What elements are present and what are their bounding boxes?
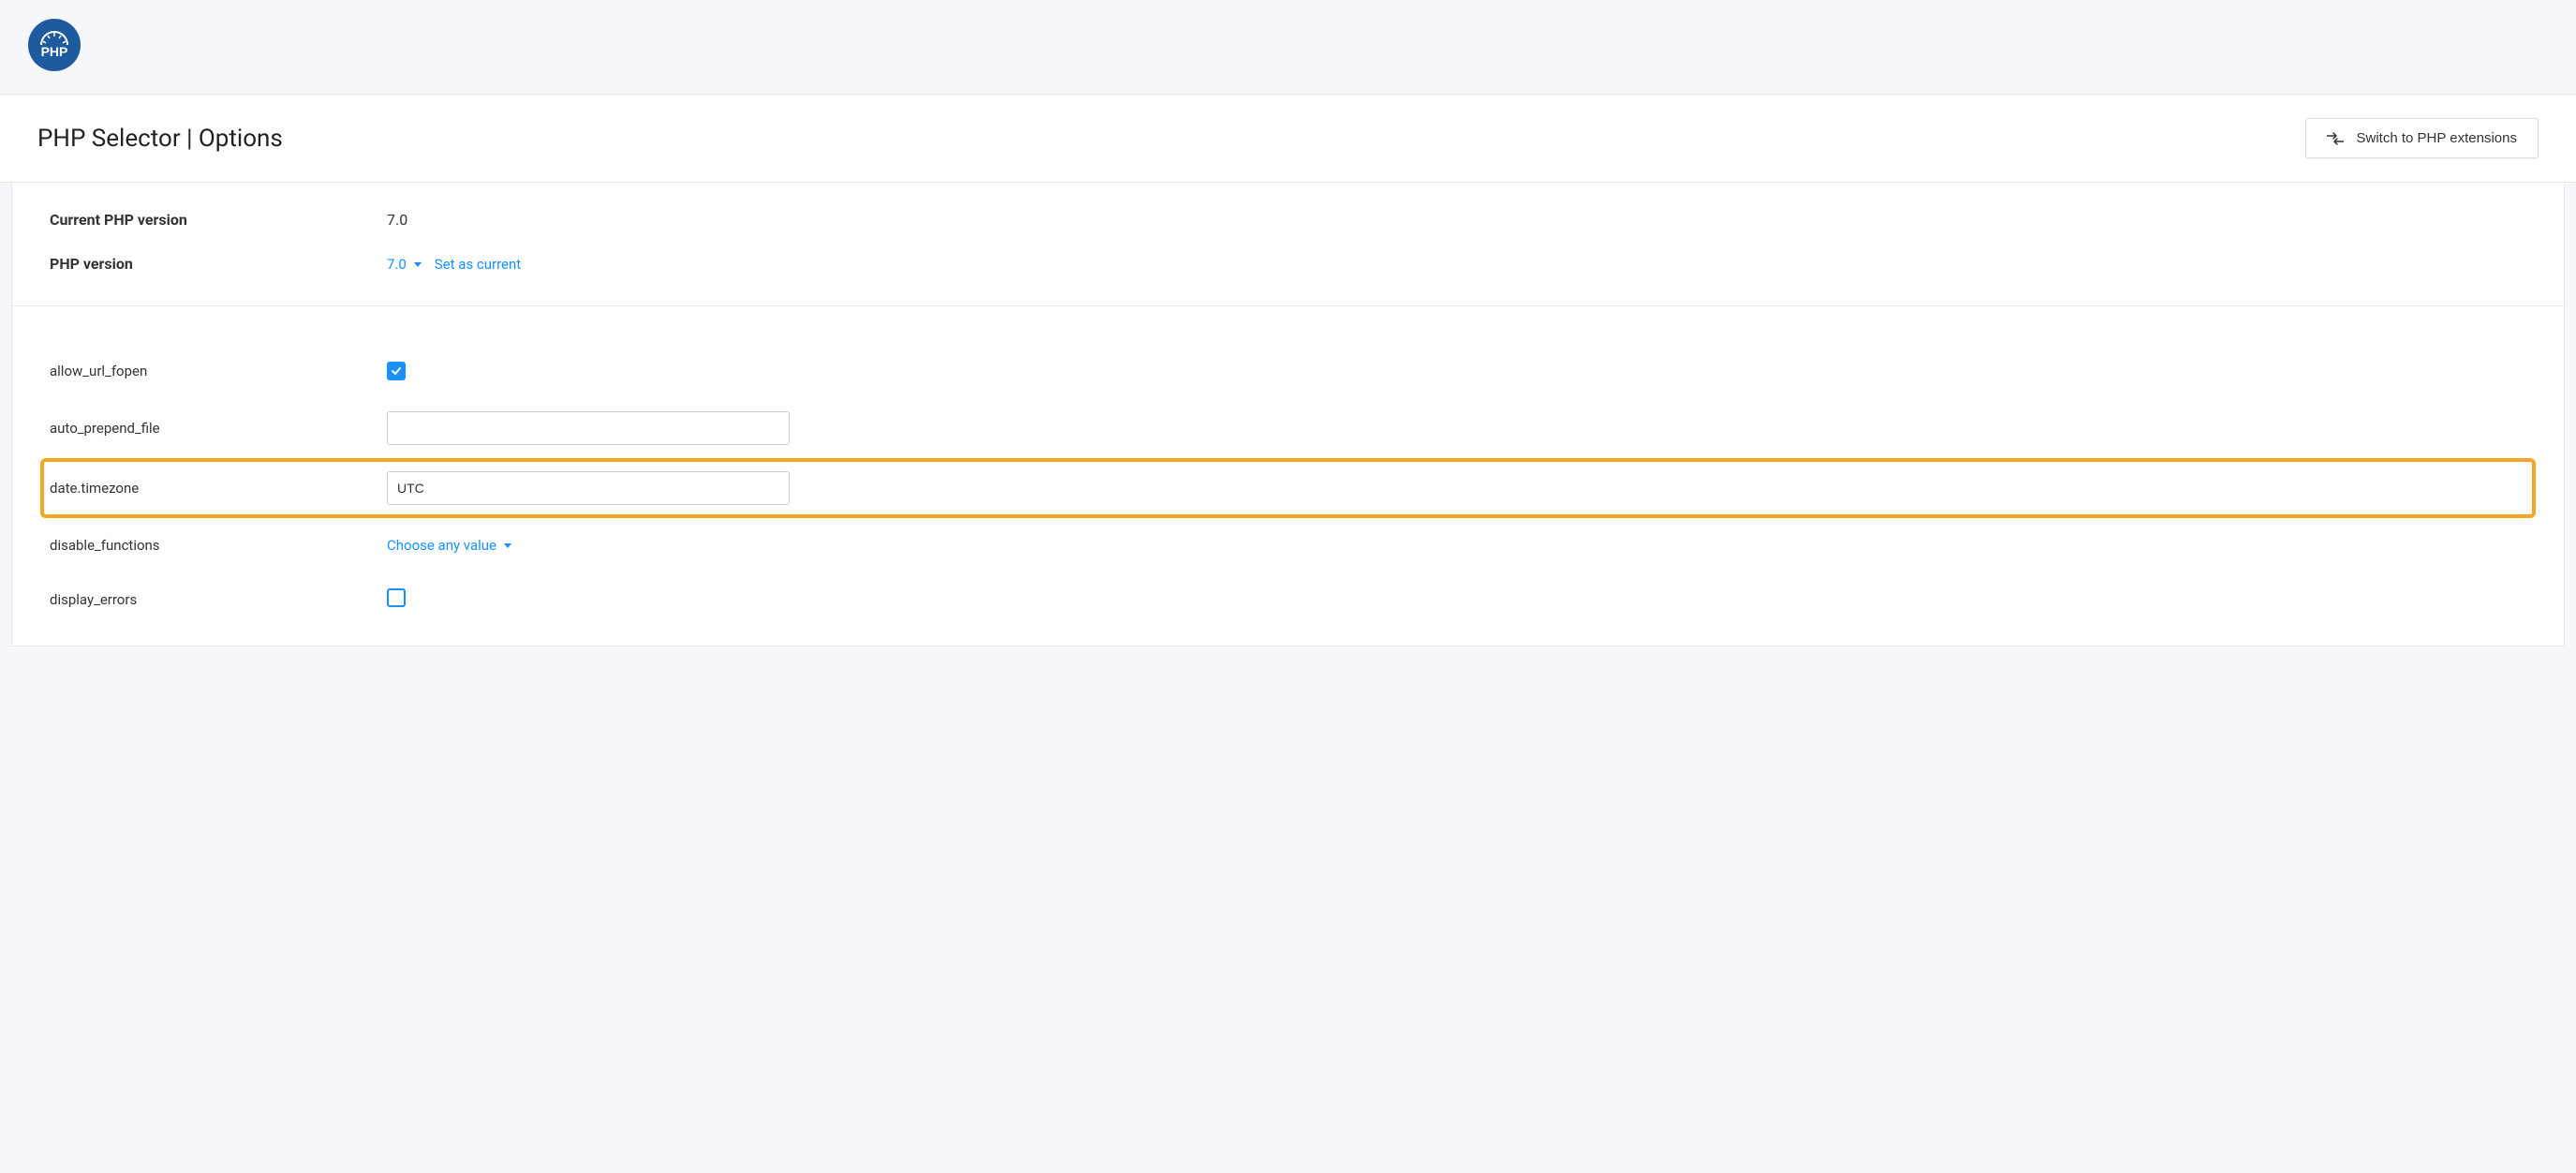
version-selector-label: PHP version: [50, 255, 387, 273]
option-label: auto_prepend_file: [50, 420, 387, 437]
version-block: Current PHP version 7.0 PHP version 7.0 …: [12, 183, 2564, 306]
option-row-allow-url-fopen: allow_url_fopen: [40, 344, 2536, 398]
set-as-current-button[interactable]: Set as current: [435, 256, 521, 273]
current-version-row: Current PHP version 7.0: [50, 211, 2526, 229]
check-icon: [390, 364, 403, 378]
disable-functions-dropdown[interactable]: Choose any value: [387, 537, 511, 554]
option-row-date-timezone: date.timezone: [40, 458, 2536, 518]
top-bar: PHP: [0, 0, 2576, 95]
option-row-display-errors: display_errors: [40, 572, 2536, 627]
option-row-auto-prepend-file: auto_prepend_file: [40, 398, 2536, 458]
option-label: disable_functions: [50, 537, 387, 554]
current-version-value: 7.0: [387, 211, 407, 229]
chevron-down-icon: [504, 543, 511, 548]
switch-extensions-label: Switch to PHP extensions: [2357, 130, 2517, 146]
option-label: allow_url_fopen: [50, 363, 387, 379]
disable-functions-placeholder: Choose any value: [387, 537, 496, 554]
header-section: PHP Selector | Options Switch to PHP ext…: [0, 95, 2576, 183]
version-dropdown-value: 7.0: [387, 256, 407, 273]
version-selector-row: PHP version 7.0 Set as current: [50, 255, 2526, 273]
switch-extensions-button[interactable]: Switch to PHP extensions: [2305, 118, 2539, 158]
allow-url-fopen-checkbox[interactable]: [387, 362, 406, 380]
version-dropdown[interactable]: 7.0: [387, 256, 422, 273]
svg-text:PHP: PHP: [41, 44, 68, 59]
swap-icon: [2327, 132, 2344, 145]
options-block: allow_url_fopen auto_prepend_file date.t…: [12, 306, 2564, 646]
current-version-label: Current PHP version: [50, 211, 387, 229]
display-errors-checkbox[interactable]: [387, 588, 406, 607]
option-row-disable-functions: disable_functions Choose any value: [40, 518, 2536, 572]
php-logo-icon: PHP: [28, 19, 81, 71]
option-label: date.timezone: [50, 480, 387, 497]
page-title: PHP Selector | Options: [37, 125, 283, 153]
date-timezone-input[interactable]: [387, 471, 790, 505]
chevron-down-icon: [414, 262, 422, 267]
auto-prepend-file-input[interactable]: [387, 411, 790, 445]
option-label: display_errors: [50, 591, 387, 608]
content-section: Current PHP version 7.0 PHP version 7.0 …: [11, 183, 2565, 646]
